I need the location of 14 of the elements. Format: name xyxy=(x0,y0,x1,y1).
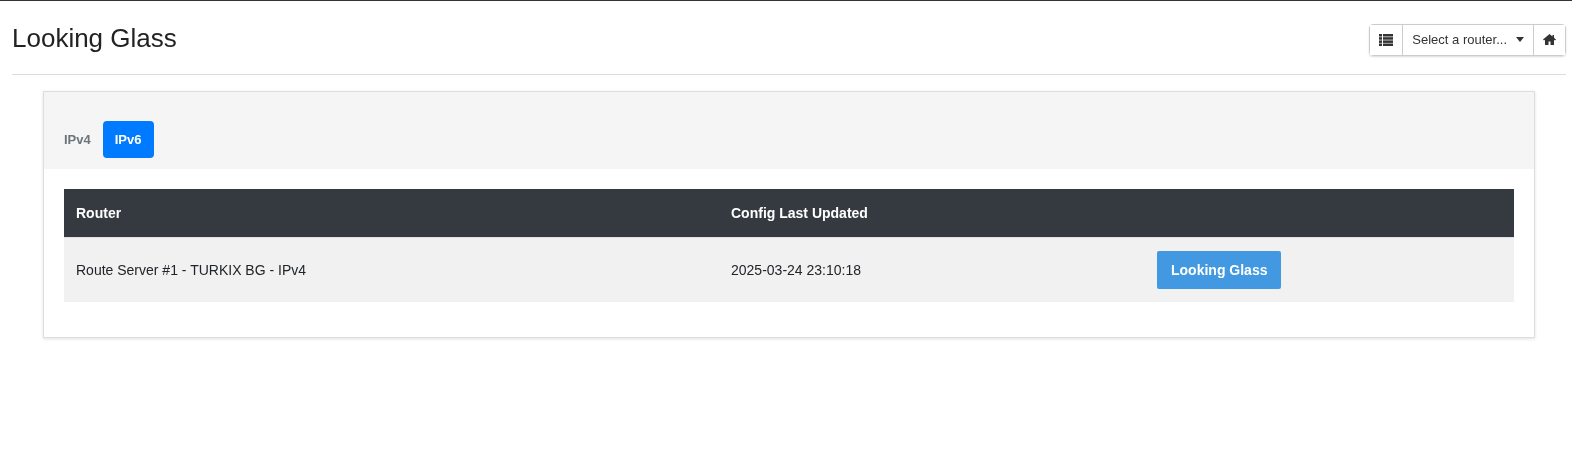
column-header: Router xyxy=(64,189,719,238)
table-cell: Route Server #1 - TURKIX BG - IPv4 xyxy=(76,262,307,278)
home-button[interactable] xyxy=(1533,24,1565,55)
table-cell: 2025-03-24 23:10:18 xyxy=(731,262,861,278)
tab[interactable]: IPv6 xyxy=(102,120,154,158)
tab[interactable]: IPv4 xyxy=(58,120,97,158)
router-select[interactable]: Select a router... xyxy=(1402,24,1533,55)
home-icon xyxy=(1543,34,1556,45)
list-icon xyxy=(1379,33,1394,46)
page-title: Looking Glass xyxy=(12,22,177,54)
column-header: Config Last Updated xyxy=(719,189,1145,238)
list-button[interactable] xyxy=(1370,24,1403,55)
looking-glass-button[interactable]: Looking Glass xyxy=(1157,251,1282,289)
caret-icon xyxy=(1516,37,1524,42)
